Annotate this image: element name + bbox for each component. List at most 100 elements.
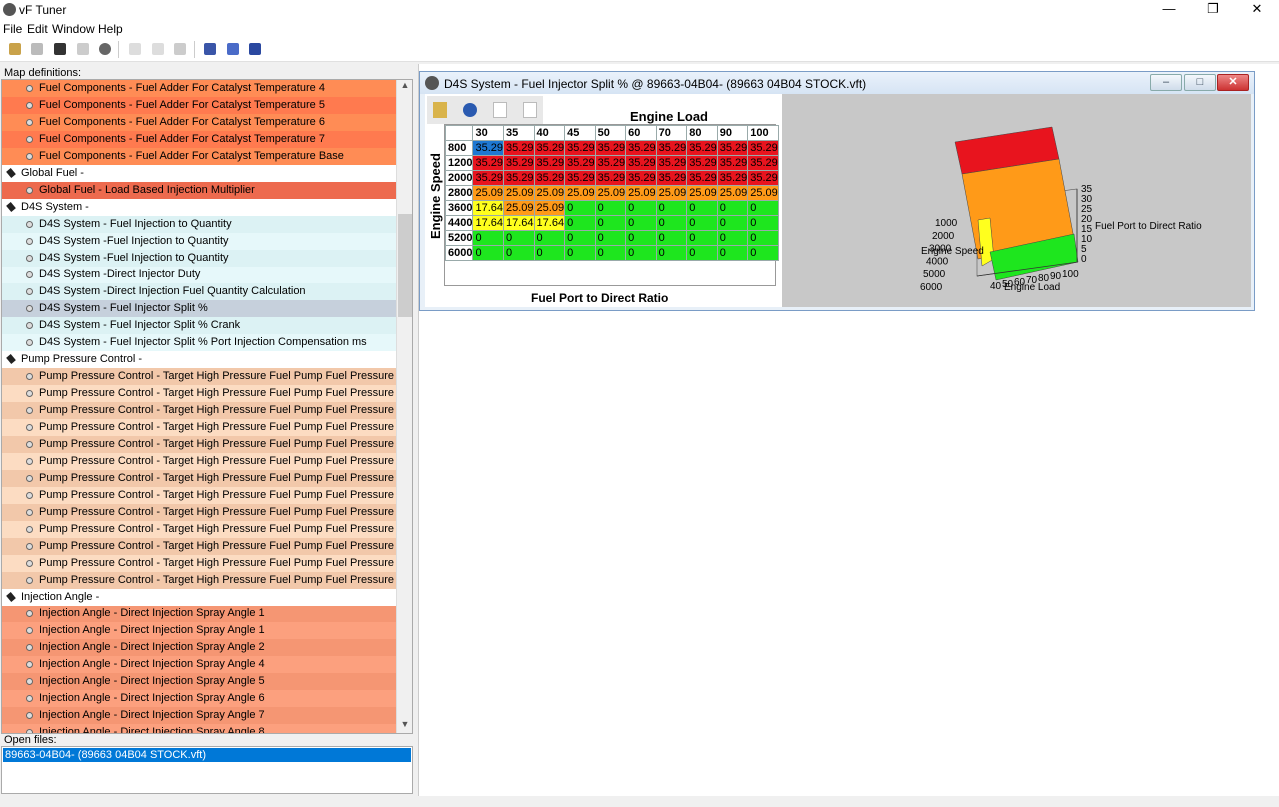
tile-vertical-icon[interactable] — [249, 43, 261, 55]
x-header-cell[interactable]: 35 — [503, 125, 535, 141]
map-cell[interactable]: 35.29 — [716, 140, 749, 156]
edit-tool-icon[interactable] — [433, 102, 447, 118]
tree-item[interactable]: Pump Pressure Control - Target High Pres… — [2, 402, 397, 420]
map-cell[interactable]: 35.29 — [594, 155, 627, 171]
tree-item[interactable]: Pump Pressure Control - Target High Pres… — [2, 571, 397, 589]
map-cell[interactable]: 0 — [564, 230, 596, 246]
paste-icon[interactable] — [174, 43, 186, 55]
y-header-cell[interactable]: 1200 — [444, 155, 474, 171]
map-definitions-tree[interactable]: Injection Angle - Direct Injection Spray… — [1, 79, 413, 734]
x-header-cell[interactable]: 70 — [655, 125, 688, 141]
map-cell[interactable]: 0 — [686, 230, 718, 246]
tree-item[interactable]: Pump Pressure Control - Target High Pres… — [2, 503, 397, 521]
map-cell[interactable]: 35.29 — [747, 140, 779, 156]
map-cell[interactable]: 25.09 — [625, 185, 657, 201]
map-window[interactable]: D4S System - Fuel Injector Split % @ 896… — [419, 71, 1255, 311]
y-header-cell[interactable]: 800 — [444, 140, 474, 156]
x-header-cell[interactable]: 80 — [686, 125, 718, 141]
map-window-minimize-button[interactable]: – — [1150, 74, 1182, 91]
x-header-cell[interactable]: 100 — [747, 125, 779, 141]
map-table[interactable]: 30 35 40 45 50 60 70 80 90 100 800 35.29 35.29 35.29 3… — [444, 125, 779, 261]
map-cell[interactable]: 17.64 — [472, 200, 505, 216]
map-cell[interactable]: 0 — [747, 200, 779, 216]
menu-window[interactable]: Window — [52, 22, 95, 36]
map-cell[interactable]: 0 — [625, 230, 657, 246]
tree-group[interactable]: Injection Angle - — [2, 588, 397, 606]
tree-item[interactable]: Injection Angle - Direct Injection Spray… — [2, 656, 397, 674]
close-button[interactable]: ✕ — [1235, 0, 1279, 20]
map-cell[interactable]: 35.29 — [503, 155, 535, 171]
tree-item[interactable]: Injection Angle - Direct Injection Spray… — [2, 622, 397, 640]
map-cell[interactable]: 0 — [686, 215, 718, 231]
tree-item[interactable]: D4S System -Fuel Injection to Quantity — [2, 232, 397, 250]
map-cell[interactable]: 25.09 — [594, 185, 627, 201]
x-header-cell[interactable]: 60 — [625, 125, 657, 141]
y-header-cell[interactable]: 5200 — [444, 230, 474, 246]
map-cell[interactable]: 35.29 — [533, 155, 566, 171]
tree-item[interactable]: Pump Pressure Control - Target High Pres… — [2, 554, 397, 572]
map-cell[interactable]: 35.29 — [564, 140, 596, 156]
map-cell[interactable]: 0 — [716, 215, 749, 231]
tree-item[interactable]: Pump Pressure Control - Target High Pres… — [2, 435, 397, 453]
tree-item[interactable]: Pump Pressure Control - Target High Pres… — [2, 469, 397, 487]
map-cell[interactable]: 0 — [686, 200, 718, 216]
tree-item[interactable]: D4S System - Fuel Injector Split % — [2, 300, 397, 318]
open-file-item[interactable]: 89663-04B04- (89663 04B04 STOCK.vft) — [3, 748, 411, 762]
map-cell[interactable]: 0 — [655, 245, 688, 261]
y-header-cell[interactable]: 6000 — [444, 245, 474, 261]
tree-group[interactable]: Global Fuel - — [2, 164, 397, 182]
map-cell[interactable]: 25.09 — [686, 185, 718, 201]
scroll-down-icon[interactable]: ▼ — [397, 719, 412, 733]
tree-item[interactable]: D4S System -Fuel Injection to Quantity — [2, 249, 397, 267]
tree-item[interactable]: Fuel Components - Fuel Adder For Catalys… — [2, 113, 397, 131]
map-cell[interactable]: 35.29 — [564, 155, 596, 171]
tree-item[interactable]: D4S System -Direct Injector Duty — [2, 266, 397, 284]
map-cell[interactable]: 35.29 — [747, 170, 779, 186]
map-cell[interactable]: 0 — [686, 245, 718, 261]
map-cell[interactable]: 0 — [564, 215, 596, 231]
map-cell[interactable]: 25.09 — [655, 185, 688, 201]
map-cell[interactable]: 0 — [594, 245, 627, 261]
x-header-cell[interactable]: 50 — [594, 125, 627, 141]
map-cell[interactable]: 25.09 — [533, 185, 566, 201]
map-cell[interactable]: 0 — [503, 245, 535, 261]
map-window-titlebar[interactable]: D4S System - Fuel Injector Split % @ 896… — [420, 72, 1254, 94]
map-cell[interactable]: 35.29 — [655, 170, 688, 186]
y-header-cell[interactable]: 4400 — [444, 215, 474, 231]
map-cell[interactable]: 0 — [655, 200, 688, 216]
map-cell[interactable]: 0 — [472, 230, 505, 246]
restore-button[interactable]: ❐ — [1191, 0, 1235, 20]
map-cell[interactable]: 0 — [472, 245, 505, 261]
map-cell[interactable]: 35.29 — [503, 140, 535, 156]
map-cell[interactable]: 0 — [747, 230, 779, 246]
map-cell[interactable]: 0 — [625, 200, 657, 216]
map-cell[interactable]: 35.29 — [655, 140, 688, 156]
tile-horizontal-icon[interactable] — [227, 43, 239, 55]
y-header-cell[interactable]: 2000 — [444, 170, 474, 186]
map-cell[interactable]: 35.29 — [625, 170, 657, 186]
map-cell[interactable]: 35.29 — [686, 140, 718, 156]
open-folder-icon[interactable] — [9, 43, 21, 55]
tree-item[interactable]: Pump Pressure Control - Target High Pres… — [2, 419, 397, 436]
tree-group[interactable]: Pump Pressure Control - — [2, 351, 397, 369]
tree-group[interactable]: D4S System - — [2, 198, 397, 216]
map-cell[interactable]: 25.09 — [564, 185, 596, 201]
scroll-thumb[interactable] — [398, 214, 412, 317]
map-cell[interactable]: 35.29 — [472, 155, 505, 171]
map-cell[interactable]: 0 — [716, 245, 749, 261]
map-cell[interactable]: 35.29 — [716, 155, 749, 171]
map-cell[interactable]: 0 — [747, 215, 779, 231]
open-files-list[interactable]: 89663-04B04- (89663 04B04 STOCK.vft) — [1, 746, 413, 794]
map-cell[interactable]: 0 — [594, 200, 627, 216]
map-cell[interactable]: 0 — [594, 215, 627, 231]
tree-item[interactable]: Injection Angle - Direct Injection Spray… — [2, 690, 397, 708]
save-icon[interactable] — [54, 43, 66, 55]
map-cell[interactable]: 25.09 — [716, 185, 749, 201]
map-cell[interactable]: 0 — [716, 200, 749, 216]
tree-item[interactable]: Global Fuel - Load Based Injection Multi… — [2, 181, 397, 199]
tree-item[interactable]: Injection Angle - Direct Injection Spray… — [2, 707, 397, 725]
map-cell[interactable]: 0 — [564, 245, 596, 261]
map-cell[interactable]: 0 — [533, 230, 566, 246]
map-cell[interactable]: 17.64 — [503, 215, 535, 231]
x-header-cell[interactable]: 45 — [564, 125, 596, 141]
